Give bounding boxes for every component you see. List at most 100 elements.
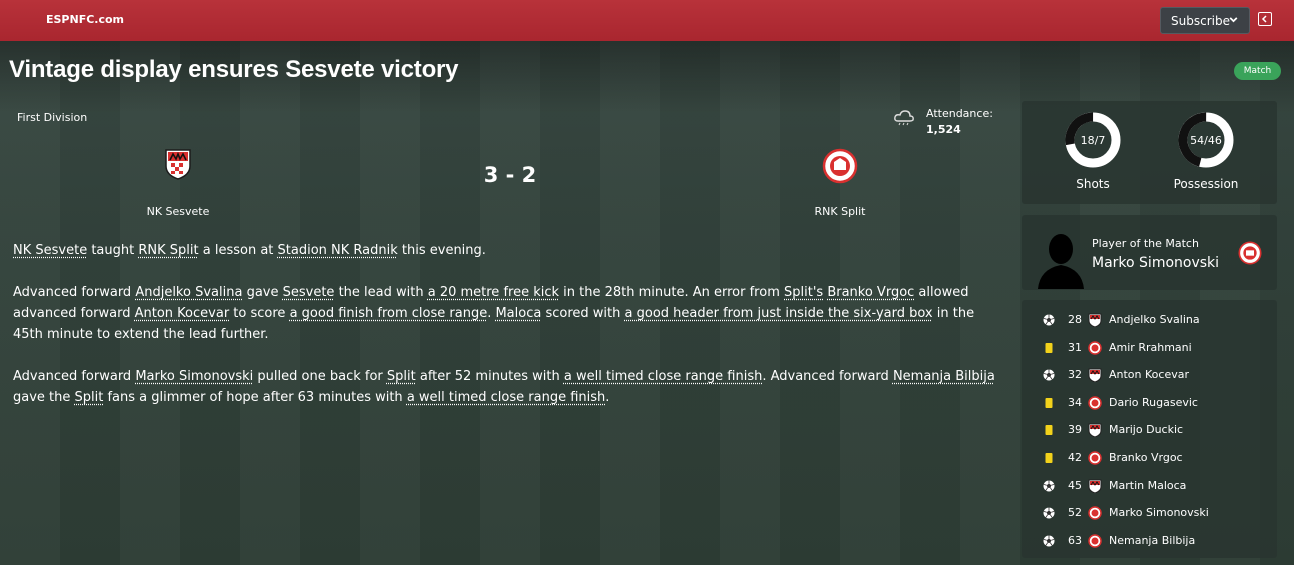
- report-link[interactable]: a good header from just inside the six-y…: [625, 306, 933, 321]
- report-text: after 52 minutes with: [415, 369, 564, 384]
- event-player[interactable]: Anton Kocevar: [1109, 368, 1189, 381]
- report-text: gave the: [13, 390, 75, 405]
- report-text: the lead with: [334, 285, 428, 300]
- report-link[interactable]: NK Sesvete: [13, 243, 87, 258]
- top-bar: ESPNFC.com Subscribe: [0, 0, 1294, 41]
- event-row[interactable]: 42 Branko Vrgoc: [1022, 448, 1277, 468]
- home-team-crest-icon: [1088, 313, 1102, 327]
- chevron-down-icon: [1228, 14, 1239, 28]
- report-link[interactable]: a good finish from close range: [290, 306, 488, 321]
- event-minute: 31: [1068, 340, 1082, 354]
- report-text: Advanced forward: [13, 285, 136, 300]
- event-player[interactable]: Branko Vrgoc: [1109, 451, 1183, 464]
- event-row[interactable]: 45 Martin Maloca: [1022, 476, 1277, 496]
- report-text: taught: [87, 243, 139, 258]
- report-link[interactable]: a well timed close range finish: [564, 369, 762, 384]
- yellow-card-icon: [1045, 425, 1053, 436]
- report-text: a lesson at: [198, 243, 278, 258]
- away-team-crest[interactable]: [822, 148, 858, 184]
- report-link[interactable]: Maloca: [495, 306, 541, 321]
- page-title: Vintage display ensures Sesvete victory: [9, 56, 459, 83]
- goal-icon: [1043, 507, 1055, 519]
- report-paragraph: Advanced forward Marko Simonovski pulled…: [13, 366, 1003, 408]
- event-minute: 63: [1068, 533, 1082, 547]
- event-row[interactable]: 63 Nemanja Bilbija: [1022, 531, 1277, 551]
- report-link[interactable]: Split's: [784, 285, 823, 300]
- report-link[interactable]: RNK Split: [138, 243, 198, 258]
- event-minute: 42: [1068, 451, 1082, 464]
- event-player[interactable]: Marko Simonovski: [1109, 506, 1209, 519]
- report-text: Advanced forward: [13, 369, 136, 384]
- event-row[interactable]: 32 Anton Kocevar: [1022, 365, 1277, 385]
- match-badge[interactable]: Match: [1234, 62, 1281, 80]
- report-text: .: [605, 390, 610, 405]
- shots-donut: 18/7: [1065, 112, 1121, 168]
- match-events-panel: 28 Andjelko Svalina 31 Amir Rrahmani 32 Anton…: [1022, 300, 1277, 558]
- report-text: to score: [229, 306, 290, 321]
- potm-team-crest: [1238, 241, 1262, 265]
- report-link[interactable]: Branko Vrgoc: [827, 285, 914, 300]
- away-team-crest-icon: [1088, 451, 1102, 465]
- collapse-icon[interactable]: [1258, 12, 1272, 26]
- event-player[interactable]: Marijo Duckic: [1109, 423, 1183, 436]
- goal-icon: [1043, 535, 1055, 547]
- home-team-crest[interactable]: [164, 148, 192, 180]
- report-link[interactable]: Andjelko Svalina: [135, 285, 242, 300]
- match-report: NK Sesvete taught RNK Split a lesson at …: [13, 240, 1003, 429]
- report-link[interactable]: Marko Simonovski: [135, 369, 253, 384]
- event-row[interactable]: 31 Amir Rrahmani: [1022, 338, 1277, 358]
- brand-link[interactable]: ESPNFC.com: [46, 13, 124, 26]
- player-of-match-panel[interactable]: Player of the Match Marko Simonovski: [1022, 215, 1277, 290]
- home-team-crest-icon: [1088, 479, 1102, 493]
- attendance-label: Attendance:: [926, 107, 993, 120]
- report-link[interactable]: a well timed close range finish: [407, 390, 605, 405]
- home-team-name[interactable]: NK Sesvete: [118, 205, 238, 218]
- yellow-card-icon: [1045, 342, 1053, 353]
- goal-icon: [1043, 369, 1055, 381]
- away-team-name[interactable]: RNK Split: [780, 205, 900, 218]
- report-paragraph: NK Sesvete taught RNK Split a lesson at …: [13, 240, 1003, 261]
- report-link[interactable]: Split: [75, 390, 104, 405]
- away-team-crest-icon: [1088, 396, 1102, 410]
- possession-donut: 54/46: [1178, 112, 1234, 168]
- report-text: fans a glimmer of hope after 63 minutes …: [103, 390, 407, 405]
- event-minute: 39: [1068, 423, 1082, 437]
- event-row[interactable]: 28 Andjelko Svalina: [1022, 310, 1277, 330]
- match-score: 3 - 2: [483, 163, 537, 187]
- report-link[interactable]: Stadion NK Radnik: [278, 243, 398, 258]
- event-player[interactable]: Martin Maloca: [1109, 479, 1186, 492]
- event-row[interactable]: 34 Dario Rugasevic: [1022, 393, 1277, 413]
- event-player[interactable]: Dario Rugasevic: [1109, 396, 1198, 409]
- player-silhouette-icon: [1038, 234, 1084, 289]
- report-text: scored with: [541, 306, 625, 321]
- yellow-card-icon: [1045, 397, 1053, 408]
- away-team-crest-icon: [1088, 506, 1102, 520]
- goal-icon: [1043, 480, 1055, 492]
- event-player[interactable]: Amir Rrahmani: [1109, 341, 1192, 354]
- event-player[interactable]: Andjelko Svalina: [1109, 313, 1200, 326]
- report-link[interactable]: a 20 metre free kick: [428, 285, 559, 300]
- report-link[interactable]: Split: [387, 369, 416, 384]
- attendance-value: 1,524: [926, 123, 961, 136]
- event-row[interactable]: 52 Marko Simonovski: [1022, 503, 1277, 523]
- shots-label: Shots: [1076, 177, 1110, 191]
- event-player[interactable]: Nemanja Bilbija: [1109, 534, 1195, 547]
- event-minute: 28: [1068, 313, 1082, 326]
- division-label: First Division: [17, 111, 88, 124]
- report-text: in the 28th minute. An error from: [559, 285, 784, 300]
- report-link[interactable]: Anton Kocevar: [135, 306, 230, 321]
- possession-value: 54/46: [1190, 134, 1222, 147]
- event-minute: 34: [1068, 395, 1082, 409]
- event-row[interactable]: 39 Marijo Duckic: [1022, 420, 1277, 440]
- potm-label: Player of the Match: [1092, 237, 1199, 250]
- subscribe-button[interactable]: Subscribe: [1160, 7, 1250, 34]
- potm-name[interactable]: Marko Simonovski: [1092, 255, 1219, 271]
- goal-icon: [1043, 314, 1055, 326]
- report-link[interactable]: Sesvete: [283, 285, 335, 300]
- report-link[interactable]: Nemanja Bilbija: [893, 369, 995, 384]
- shots-value: 18/7: [1081, 134, 1106, 147]
- home-team-crest-icon: [1088, 368, 1102, 383]
- possession-label: Possession: [1173, 177, 1239, 191]
- subscribe-label: Subscribe: [1171, 13, 1230, 28]
- event-minute: 32: [1068, 368, 1082, 382]
